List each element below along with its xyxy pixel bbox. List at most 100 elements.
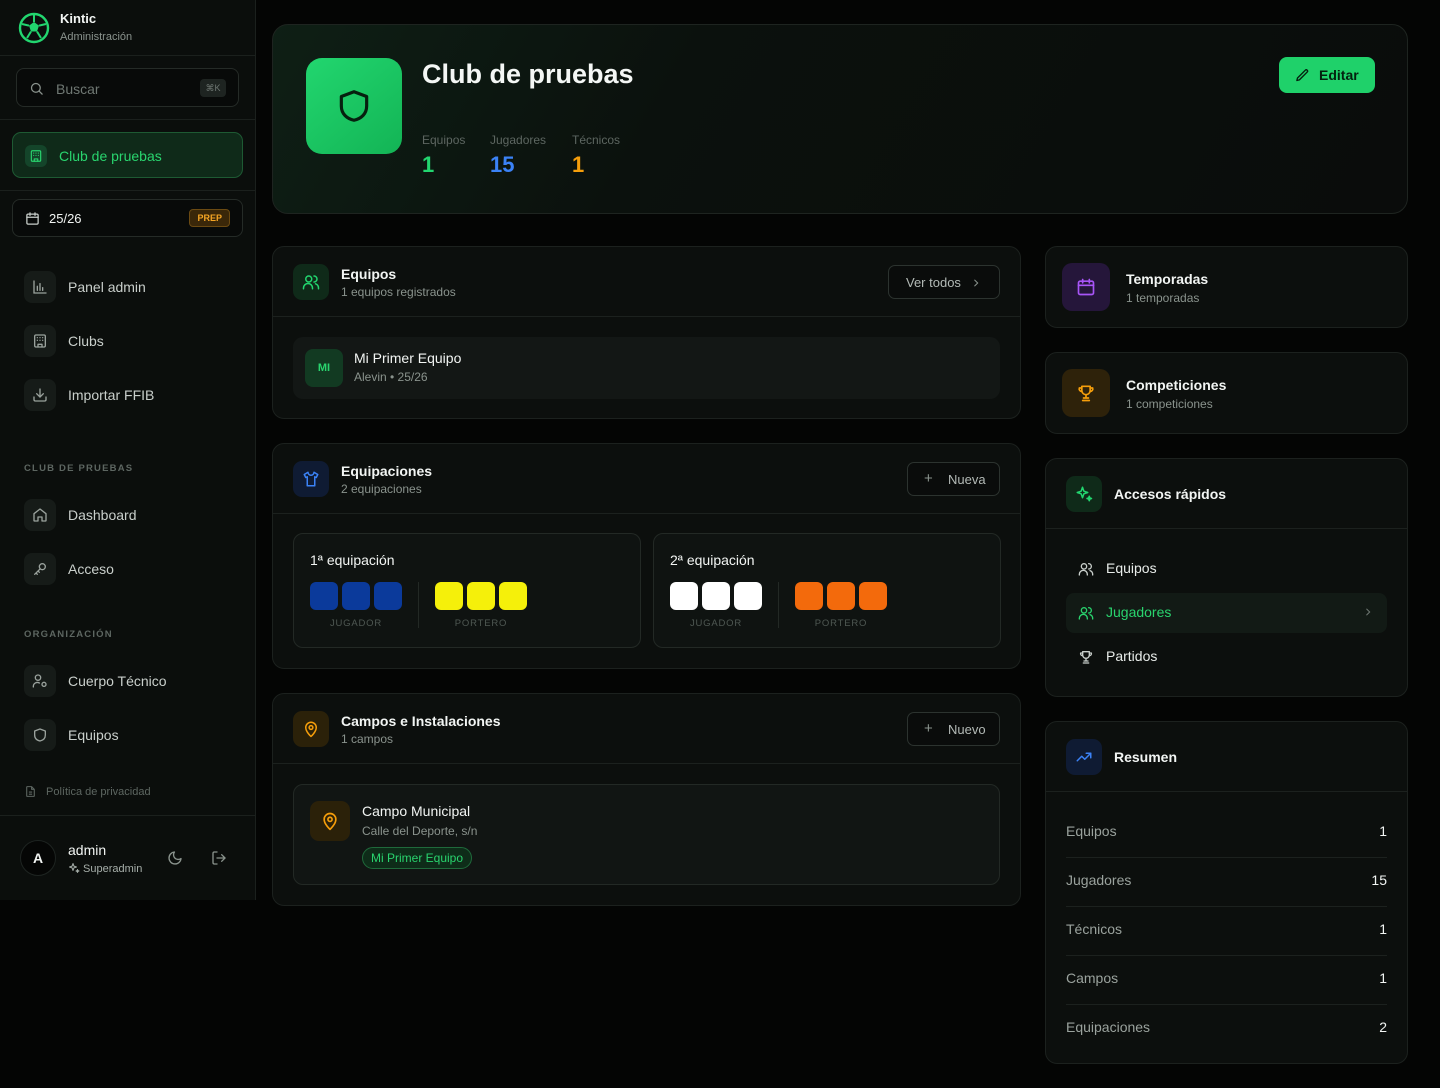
- card-header: Accesos rápidos: [1046, 459, 1407, 529]
- edit-button[interactable]: Editar: [1279, 57, 1375, 93]
- home-icon: [24, 499, 56, 531]
- shield-icon: [339, 90, 369, 122]
- kit-item[interactable]: 2ª equipación JUGADOR PORTERO: [653, 533, 1001, 648]
- section-title-organizacion: ORGANIZACIÓN: [24, 629, 113, 640]
- nav-clubs[interactable]: Clubs: [24, 325, 244, 357]
- list-item[interactable]: Campo Municipal Calle del Deporte, s/n M…: [293, 784, 1000, 885]
- new-field-button[interactable]: + Nuevo: [907, 712, 1000, 746]
- document-icon: [26, 786, 35, 797]
- nav-dashboard[interactable]: Dashboard: [24, 499, 244, 531]
- quick-link-jugadores[interactable]: Jugadores: [1066, 593, 1387, 633]
- user-role-label: Superadmin: [83, 863, 143, 875]
- view-all-button[interactable]: Ver todos: [888, 265, 1000, 299]
- stat-jugadores: Jugadores 15: [490, 133, 546, 178]
- color-swatch: [499, 582, 527, 610]
- stat-value: 15: [490, 152, 515, 177]
- quick-link-partidos[interactable]: Partidos: [1066, 637, 1387, 677]
- search-placeholder: Buscar: [56, 81, 100, 97]
- card-title: Temporadas: [1126, 271, 1209, 287]
- keeper-label: PORTERO: [814, 618, 868, 629]
- team-tag: Mi Primer Equipo: [362, 847, 473, 869]
- building-icon: [25, 145, 47, 167]
- new-kit-button[interactable]: + Nueva: [907, 462, 1000, 496]
- season-status-badge: PREP: [189, 209, 230, 227]
- brand[interactable]: Kintic Administración: [0, 0, 255, 56]
- club-hero: Club de pruebas Equipos 1 Jugadores 15 T…: [272, 24, 1408, 214]
- download-icon: [24, 379, 56, 411]
- sparkles-icon: [1066, 476, 1102, 512]
- divider: [0, 815, 255, 816]
- quick-access-card: Accesos rápidos Equipos Jugadores Partid…: [1045, 458, 1408, 697]
- quick-link-equipos[interactable]: Equipos: [1066, 549, 1387, 589]
- current-club-button[interactable]: Club de pruebas: [12, 132, 243, 178]
- brand-subtitle: Administración: [60, 31, 133, 43]
- map-pin-icon: [310, 801, 350, 841]
- summary-label: Equipos: [1066, 823, 1117, 839]
- competitions-card[interactable]: Competiciones 1 competiciones: [1045, 352, 1408, 434]
- section-title-club: CLUB DE PRUEBAS: [24, 463, 134, 474]
- color-swatch: [702, 582, 730, 610]
- key-icon: [24, 553, 56, 585]
- summary-label: Técnicos: [1066, 921, 1123, 937]
- sparkles-icon: [69, 863, 80, 873]
- stat-label: Jugadores: [490, 133, 547, 147]
- kits-card: Equipaciones 2 equipaciones + Nueva 1ª e…: [272, 443, 1021, 669]
- seasons-card[interactable]: Temporadas 1 temporadas: [1045, 246, 1408, 328]
- trending-up-icon: [1066, 739, 1102, 775]
- summary-value: 1: [1379, 970, 1387, 986]
- edit-label: Editar: [1319, 67, 1359, 83]
- pencil-icon: [1296, 69, 1309, 82]
- team-meta: Alevin • 25/26: [354, 370, 428, 384]
- nav-importar-ffib[interactable]: Importar FFIB: [24, 379, 244, 411]
- page-title: Club de pruebas: [422, 59, 634, 89]
- stat-tecnicos: Técnicos 1: [572, 133, 620, 178]
- season-selector[interactable]: 25/26 PREP: [12, 199, 243, 237]
- nav-panel-admin[interactable]: Panel admin: [24, 271, 244, 303]
- summary-row: Equipos 1: [1066, 809, 1387, 858]
- summary-value: 2: [1379, 1019, 1387, 1035]
- chevron-right-icon: [974, 279, 979, 287]
- list-item[interactable]: MI Mi Primer Equipo Alevin • 25/26: [293, 337, 1000, 399]
- summary-label: Equipaciones: [1066, 1019, 1151, 1035]
- player-label: JUGADOR: [329, 618, 383, 629]
- team-avatar: MI: [305, 349, 343, 387]
- card-title: Equipaciones: [341, 463, 433, 479]
- color-swatch: [435, 582, 463, 610]
- nav-label: Dashboard: [68, 507, 137, 523]
- search-icon: [30, 82, 43, 95]
- avatar[interactable]: A: [20, 840, 56, 876]
- trophy-icon: [1062, 369, 1110, 417]
- season-label: 25/26: [49, 211, 82, 226]
- summary-row: Técnicos 1: [1066, 907, 1387, 956]
- kit-item[interactable]: 1ª equipación JUGADOR PORTERO: [293, 533, 641, 648]
- color-swatch: [310, 582, 338, 610]
- card-title: Campos e Instalaciones: [341, 713, 501, 729]
- calendar-icon: [1062, 263, 1110, 311]
- search-input[interactable]: Buscar ⌘K: [16, 68, 239, 107]
- shield-icon: [24, 719, 56, 751]
- color-swatch: [342, 582, 370, 610]
- quick-link-label: Equipos: [1106, 560, 1157, 576]
- nav-cuerpo-tecnico[interactable]: Cuerpo Técnico: [24, 665, 244, 697]
- color-swatch: [795, 582, 823, 610]
- moon-icon[interactable]: [167, 850, 183, 866]
- nav-acceso[interactable]: Acceso: [24, 553, 244, 585]
- stat-value: 1: [572, 152, 585, 177]
- divider: [778, 582, 779, 628]
- summary-value: 1: [1379, 823, 1387, 839]
- card-header: Equipaciones 2 equipaciones + Nueva: [273, 444, 1020, 514]
- user-role: Superadmin: [68, 862, 142, 875]
- current-club-label: Club de pruebas: [59, 148, 162, 164]
- nav-equipos[interactable]: Equipos: [24, 719, 244, 751]
- calendar-icon: [26, 212, 39, 225]
- stat-equipos: Equipos 1: [422, 133, 465, 178]
- logout-icon[interactable]: [211, 850, 227, 866]
- users-icon: [1078, 607, 1094, 620]
- brand-name: Kintic: [60, 11, 97, 26]
- card-subtitle: 2 equipaciones: [341, 482, 422, 496]
- color-swatch: [670, 582, 698, 610]
- summary-value: 15: [1371, 872, 1387, 888]
- plus-icon: +: [924, 470, 933, 487]
- team-name: Mi Primer Equipo: [354, 350, 462, 366]
- nav-label: Importar FFIB: [68, 387, 155, 403]
